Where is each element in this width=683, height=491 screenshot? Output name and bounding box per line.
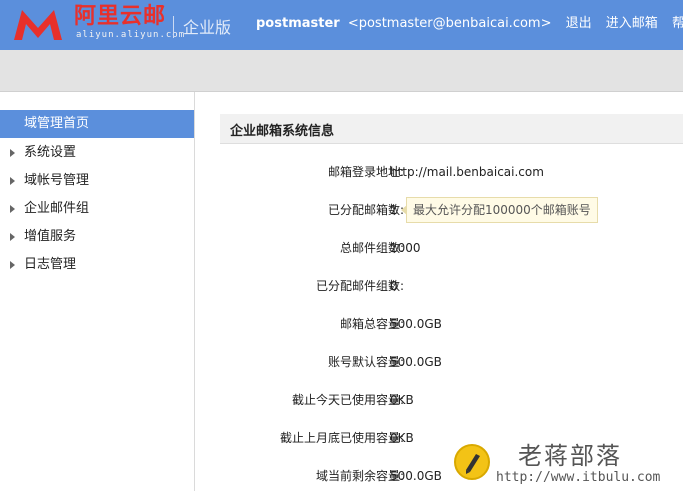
- info-value: 1000: [390, 241, 421, 255]
- info-row: 总邮件组数: 1000: [220, 238, 680, 258]
- expand-arrow-icon: [10, 261, 15, 269]
- info-value: 1: [390, 203, 398, 217]
- logo-subtext: aliyun.aliyun.com: [76, 30, 186, 40]
- sidebar-item-label: 日志管理: [24, 257, 77, 272]
- info-value: http://mail.benbaicai.com: [390, 165, 544, 179]
- info-row: 截止今天已使用容量: 0KB: [220, 390, 680, 410]
- sidebar-item-log-management[interactable]: 日志管理: [0, 251, 194, 279]
- enter-mailbox-link[interactable]: 进入邮箱: [606, 16, 658, 31]
- header-divider: [173, 16, 174, 38]
- panel-header: 企业邮箱系统信息: [220, 114, 683, 144]
- panel-title: 企业邮箱系统信息: [230, 124, 335, 139]
- sidebar-item-value-added-services[interactable]: 增值服务: [0, 223, 194, 251]
- mailbox-limit-tooltip: 最大允许分配100000个邮箱账号: [401, 197, 598, 223]
- expand-arrow-icon: [10, 233, 15, 241]
- aliyun-mail-logo-icon: [14, 10, 62, 40]
- watermark-url: http://www.itbulu.com: [496, 470, 661, 485]
- main-panel: 企业邮箱系统信息 邮箱登录地址: http://mail.benbaicai.c…: [196, 92, 683, 491]
- user-bar: postmaster <postmaster@benbaicai.com> 退出…: [256, 15, 683, 33]
- tooltip-text: 最大允许分配100000个邮箱账号: [413, 203, 591, 217]
- expand-arrow-icon: [10, 149, 15, 157]
- watermark-title: 老蒋部落: [518, 442, 622, 470]
- sidebar-item-label: 域管理首页: [24, 116, 90, 131]
- sidebar-item-domain-accounts[interactable]: 域帐号管理: [0, 167, 194, 195]
- sidebar-item-label: 企业邮件组: [24, 201, 90, 216]
- info-value: 0KB: [390, 431, 414, 445]
- user-email: <postmaster@benbaicai.com>: [347, 16, 552, 31]
- expand-arrow-icon: [10, 205, 15, 213]
- tooltip-arrow-icon: [401, 205, 407, 215]
- sidebar-item-label: 系统设置: [24, 145, 77, 160]
- sidebar-item-system-settings[interactable]: 系统设置: [0, 139, 194, 167]
- info-value: 500.0GB: [390, 355, 442, 369]
- sidebar: 域管理首页 系统设置 域帐号管理 企业邮件组 增值服务 日志管理: [0, 92, 195, 491]
- sidebar-item-domain-home[interactable]: 域管理首页: [0, 110, 194, 138]
- help-link[interactable]: 帮助: [672, 16, 683, 31]
- info-value: 500.0GB: [390, 317, 442, 331]
- info-value: 0KB: [390, 393, 414, 407]
- info-row: 邮箱总容量: 500.0GB: [220, 314, 680, 334]
- user-name: postmaster: [256, 16, 340, 31]
- sidebar-item-label: 增值服务: [24, 229, 77, 244]
- expand-arrow-icon: [10, 177, 15, 185]
- sidebar-item-mail-groups[interactable]: 企业邮件组: [0, 195, 194, 223]
- info-label: 截止今天已使用容量:: [291, 393, 404, 407]
- info-value: 500.0GB: [390, 469, 442, 483]
- toolbar-band: [0, 50, 683, 92]
- top-header: 阿里云邮 aliyun.aliyun.com 企业版 postmaster <p…: [0, 0, 683, 50]
- info-row: 账号默认容量: 500.0GB: [220, 352, 680, 372]
- info-value: 0: [390, 279, 398, 293]
- pencil-icon: [466, 454, 480, 474]
- sidebar-item-label: 域帐号管理: [24, 173, 90, 188]
- edition-label: 企业版: [183, 18, 232, 37]
- logout-link[interactable]: 退出: [566, 16, 592, 31]
- info-row: 邮箱登录地址: http://mail.benbaicai.com: [220, 162, 680, 182]
- info-label: 截止上月底已使用容量:: [279, 431, 404, 445]
- watermark-pencil-icon: [454, 444, 490, 480]
- logo-text: 阿里云邮: [74, 4, 167, 29]
- info-row: 已分配邮件组数: 0: [220, 276, 680, 296]
